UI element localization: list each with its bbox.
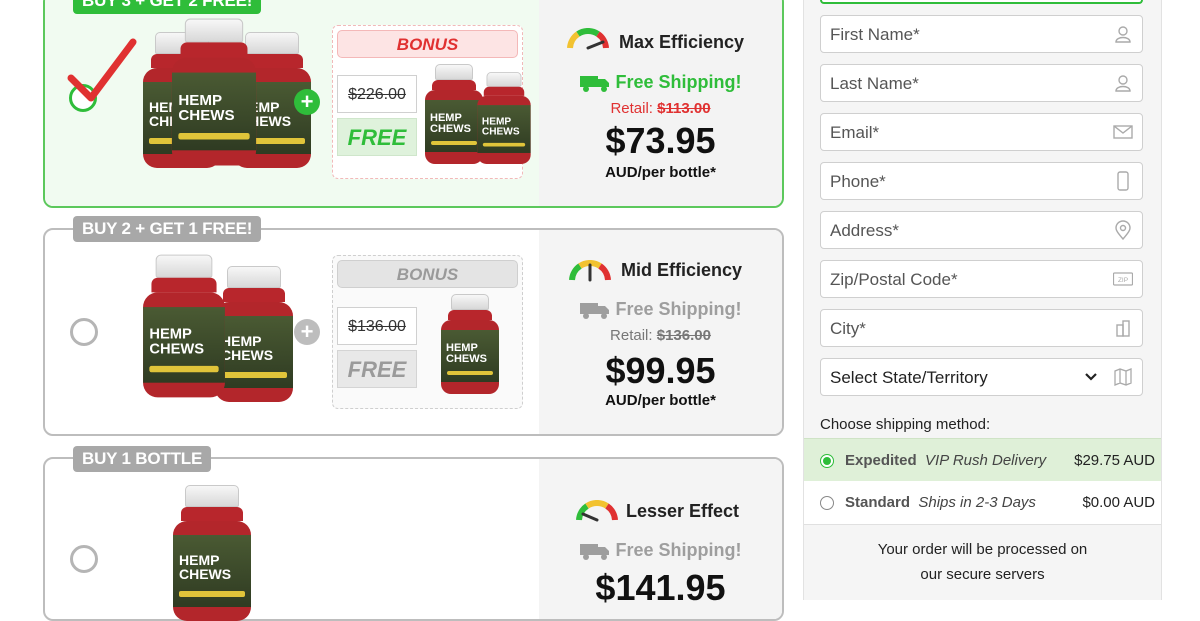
user-icon	[1115, 26, 1131, 43]
first-name-placeholder: First Name*	[830, 25, 920, 44]
product-bottle: HEMP CHEWS	[143, 254, 225, 398]
shipping-name: Standard	[845, 494, 911, 511]
location-pin-icon	[1115, 220, 1131, 240]
package-ribbon: BUY 3 + GET 2 FREE!	[73, 0, 262, 14]
gauge-mid-icon	[569, 260, 611, 282]
package-ribbon: BUY 1 BOTTLE	[73, 446, 212, 472]
zip-icon: ZIP	[1113, 272, 1133, 286]
last-name-placeholder: Last Name*	[830, 74, 919, 93]
package-card-buy2[interactable]: BUY 2 + GET 1 FREE! HEMP CHEWS HEMP CHEW…	[43, 216, 784, 436]
email-placeholder: Email*	[830, 123, 880, 142]
city-placeholder: City*	[830, 319, 866, 338]
envelope-icon	[1113, 125, 1133, 139]
package-price: $99.95	[605, 350, 716, 391]
zip-placeholder: Zip/Postal Code*	[830, 270, 958, 289]
package-radio[interactable]	[70, 545, 98, 573]
shipping-label: Free Shipping!	[539, 299, 782, 320]
map-icon	[1114, 368, 1132, 386]
secure-line-1: Your order will be processed on	[877, 541, 1088, 558]
city-field[interactable]: City*	[820, 309, 1143, 347]
order-form: First Name* Last Name* Email* Phone* Add…	[803, 0, 1162, 600]
efficiency-label: Lesser Effect	[626, 501, 740, 521]
package-card-buy3[interactable]: BUY 3 + GET 2 FREE! HEMP CHEWS HEMP CHEW…	[43, 0, 784, 208]
phone-icon	[1117, 171, 1129, 191]
svg-text:ZIP: ZIP	[1118, 277, 1128, 284]
shipping-desc: Ships in 2-3 Days	[918, 494, 1036, 511]
last-name-field[interactable]: Last Name*	[820, 64, 1143, 102]
package-card-buy1[interactable]: BUY 1 BOTTLE HEMP CHEWS Lesser Effect Fr…	[43, 446, 784, 621]
form-top-border	[820, 0, 1143, 4]
gauge-max-icon	[567, 28, 609, 50]
bonus-bottle: HEMP CHEWS	[441, 294, 499, 394]
per-bottle-label: AUD/per bottle*	[605, 164, 716, 181]
radio-selected[interactable]	[820, 454, 834, 468]
package-price: $141.95	[595, 567, 726, 608]
chevron-down-icon	[1085, 373, 1097, 381]
shipping-option-standard[interactable]: Standard Ships in 2-3 Days $0.00 AUD	[804, 481, 1161, 525]
shipping-label: Free Shipping!	[539, 72, 782, 93]
bonus-bottle: HEMP CHEWS	[477, 72, 531, 164]
retail-price: Retail: $113.00	[610, 100, 711, 117]
truck-icon	[579, 544, 609, 561]
address-placeholder: Address*	[830, 221, 899, 240]
first-name-field[interactable]: First Name*	[820, 15, 1143, 53]
truck-icon	[579, 76, 609, 93]
shipping-name: Expedited	[845, 452, 917, 469]
package-price: $73.95	[605, 120, 716, 161]
bonus-old-price: $226.00	[337, 75, 417, 113]
efficiency-label: Max Efficiency	[619, 32, 745, 52]
efficiency-label: Mid Efficiency	[621, 260, 743, 280]
package-radio[interactable]	[70, 318, 98, 346]
shipping-option-expedited[interactable]: Expedited VIP Rush Delivery $29.75 AUD	[804, 438, 1161, 482]
package-ribbon: BUY 2 + GET 1 FREE!	[73, 216, 262, 242]
product-bottle: HEMP CHEWS	[171, 18, 257, 166]
bonus-box: BONUS $226.00 FREE HEMP CHEWS HEMP CHEWS	[332, 25, 531, 179]
secure-line-2: our secure servers	[920, 566, 1045, 583]
shipping-label: Free Shipping!	[539, 540, 782, 561]
checkmark-icon	[67, 38, 137, 102]
truck-icon	[579, 303, 609, 320]
bonus-title: BONUS	[337, 260, 518, 288]
shipping-price: $0.00 AUD	[1082, 494, 1155, 511]
secure-processing-note: Your order will be processed on our secu…	[804, 537, 1161, 587]
phone-placeholder: Phone*	[830, 172, 886, 191]
bonus-free-label: FREE	[337, 350, 417, 388]
email-field[interactable]: Email*	[820, 113, 1143, 151]
bonus-bottle: HEMP CHEWS	[425, 64, 483, 164]
state-select-value: Select State/Territory	[830, 368, 988, 387]
building-icon	[1116, 320, 1130, 337]
user-icon	[1115, 75, 1131, 92]
shipping-price: $29.75 AUD	[1074, 452, 1155, 469]
retail-price: Retail: $136.00	[610, 327, 711, 344]
address-field[interactable]: Address*	[820, 211, 1143, 249]
per-bottle-label: AUD/per bottle*	[605, 392, 716, 409]
shipping-desc: VIP Rush Delivery	[925, 452, 1047, 469]
shipping-method-label: Choose shipping method:	[820, 416, 991, 433]
product-bottle: HEMP CHEWS	[215, 266, 293, 402]
radio-unselected[interactable]	[820, 496, 834, 510]
product-bottle: HEMP CHEWS	[173, 485, 251, 621]
bonus-title: BONUS	[337, 30, 518, 58]
bonus-old-price: $136.00	[337, 307, 417, 345]
bonus-free-label: FREE	[337, 118, 417, 156]
phone-field[interactable]: Phone*	[820, 162, 1143, 200]
bonus-box: BONUS $136.00 FREE HEMP CHEWS	[332, 255, 523, 409]
state-select[interactable]: Select State/Territory	[820, 358, 1143, 396]
plus-icon: +	[294, 89, 320, 115]
plus-icon: +	[294, 319, 320, 345]
zip-field[interactable]: Zip/Postal Code* ZIP	[820, 260, 1143, 298]
gauge-low-icon	[576, 500, 618, 522]
